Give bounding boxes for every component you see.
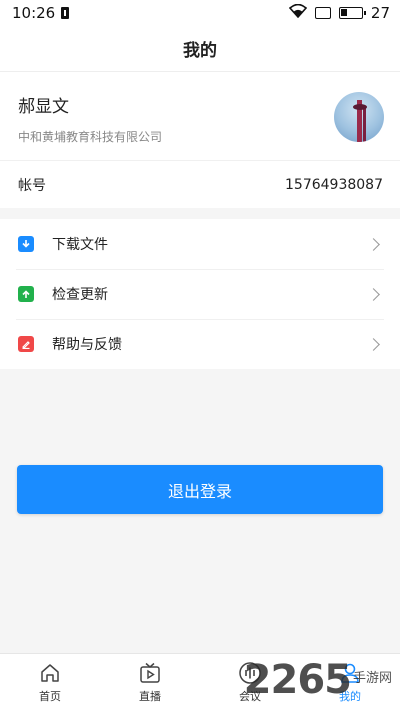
download-folder-icon	[18, 236, 34, 252]
sim-icon	[61, 7, 70, 19]
message-icon	[314, 7, 331, 19]
tab-label-profile: 我的	[339, 690, 361, 703]
status-bar: 10:26 27	[0, 0, 400, 26]
tab-home[interactable]: 首页	[0, 654, 100, 711]
tab-meeting[interactable]: 会议	[200, 654, 300, 711]
feedback-icon	[18, 336, 34, 352]
page-title: 我的	[183, 41, 217, 61]
tab-profile[interactable]: 我的	[300, 654, 400, 711]
account-row: 帐号 15764938087	[0, 160, 400, 208]
status-time: 10:26	[12, 4, 56, 22]
page-title-bar: 我的	[0, 26, 400, 72]
profile-icon	[338, 660, 362, 686]
tab-label-meeting: 会议	[239, 690, 261, 703]
chevron-right-icon	[367, 337, 380, 351]
profile-name: 郝显文	[18, 97, 69, 117]
chevron-right-icon	[367, 287, 380, 301]
meeting-icon	[238, 660, 262, 686]
menu-label-download: 下载文件	[52, 237, 108, 253]
tab-live[interactable]: 直播	[100, 654, 200, 711]
menu-item-feedback[interactable]: 帮助与反馈	[0, 319, 400, 369]
profile-company: 中和黄埔教育科技有限公司	[18, 130, 163, 144]
bottom-tab-bar: 首页 直播 会议 我的	[0, 653, 400, 711]
profile-card[interactable]: 郝显文 中和黄埔教育科技有限公司	[0, 72, 400, 160]
menu-item-download[interactable]: 下载文件	[0, 219, 400, 269]
live-tv-icon	[138, 660, 162, 686]
battery-icon	[338, 7, 366, 19]
menu-label-update: 检查更新	[52, 287, 108, 303]
account-label: 帐号	[18, 177, 46, 194]
wifi-icon	[288, 3, 308, 22]
home-icon	[38, 660, 62, 686]
update-icon	[18, 286, 34, 302]
menu-item-update[interactable]: 检查更新	[0, 269, 400, 319]
menu-label-feedback: 帮助与反馈	[52, 337, 122, 353]
chevron-right-icon	[367, 237, 380, 251]
tab-label-live: 直播	[139, 690, 161, 703]
settings-menu: 下载文件 检查更新 帮助与反馈	[0, 219, 400, 369]
avatar[interactable]	[334, 92, 384, 142]
account-value: 15764938087	[285, 176, 383, 193]
logout-button[interactable]: 退出登录	[17, 465, 383, 514]
battery-level: 27	[370, 4, 390, 22]
tab-label-home: 首页	[39, 690, 61, 703]
